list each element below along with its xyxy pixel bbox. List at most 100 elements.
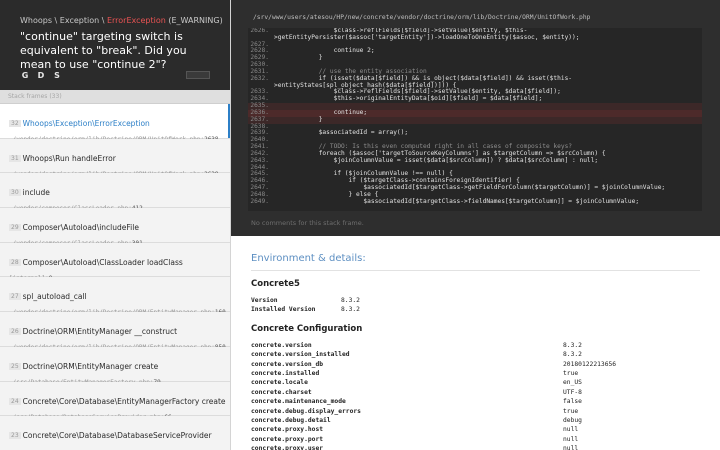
frame-index: 32 xyxy=(9,120,21,127)
frame-item[interactable]: 27spl_autoload_call …/vendor/doctrine/or… xyxy=(0,277,230,316)
search-links: G D S xyxy=(19,70,63,80)
code-text: } xyxy=(274,54,323,62)
code-line: 2639. $associatedId = array(); xyxy=(248,130,702,137)
frame-index: 29 xyxy=(9,224,21,232)
table-row: concrete.version_db 20180122213656 xyxy=(251,360,616,369)
error-type: (E_WARNING) xyxy=(165,16,223,25)
table-key: concrete.debug.detail xyxy=(251,417,331,425)
code-line: 2637. } xyxy=(248,115,702,124)
code-text: $associatedId[$targetClass->fieldNames[$… xyxy=(274,197,640,205)
frame-index: 24 xyxy=(9,397,21,405)
stack-frames-panel: Whoops \ Exception \ ErrorException (E_W… xyxy=(0,0,231,450)
frame-class: Whoops\Run handleError xyxy=(22,153,116,163)
table-key: Version xyxy=(251,297,278,304)
exception-message: "continue" targeting switch is equivalen… xyxy=(20,30,187,71)
concrete5-section-title: Concrete5 xyxy=(251,279,300,289)
table-value: debug xyxy=(563,417,582,425)
frame-class: Composer\Autoload\ClassLoader loadClass xyxy=(22,257,183,267)
frame-item[interactable]: 23 Concrete\Core\Database\DatabaseService… xyxy=(0,416,230,450)
table-key: concrete.proxy.user xyxy=(251,445,324,450)
concrete5-table: Version 8.3.2 Installed Version 8.3.2 xyxy=(251,296,360,315)
table-key: concrete.proxy.host xyxy=(251,426,324,434)
table-value: null xyxy=(563,435,579,443)
frame-item[interactable]: 32Whoops\Exception\ErrorException …/vend… xyxy=(0,104,230,143)
frame-class: Doctrine\ORM\EntityManager __construct xyxy=(22,327,178,337)
divider xyxy=(251,270,700,271)
table-row: concrete.proxy.host null xyxy=(251,425,616,434)
table-row: concrete.proxy.port null xyxy=(251,435,616,444)
frame-item[interactable]: 28 Composer\Autoload\ClassLoader loadClas… xyxy=(0,242,230,282)
line-number: 2649. xyxy=(250,197,269,205)
table-key: concrete.installed xyxy=(251,370,320,378)
table-key: concrete.version_db xyxy=(251,360,324,368)
table-value: null xyxy=(563,426,579,434)
frame-class: Concrete\Core\Database\DatabaseServicePr… xyxy=(22,431,212,441)
table-value: 8.3.2 xyxy=(341,306,360,314)
table-row: concrete.installed true xyxy=(251,369,616,378)
frame-class: include xyxy=(22,188,50,198)
details-panel: Environment & details: Concrete5 Version… xyxy=(231,236,720,450)
frame-class: spl_autoload_call xyxy=(22,292,87,302)
config-section-title: Concrete Configuration xyxy=(251,323,363,334)
code-text: } xyxy=(274,115,323,123)
frame-item[interactable]: 25Doctrine\ORM\EntityManager create …/sr… xyxy=(0,346,230,386)
table-key: concrete.charset xyxy=(251,388,312,396)
frame-index: 27 xyxy=(9,293,21,301)
table-value: true xyxy=(563,407,579,415)
frame-class: Doctrine\ORM\EntityManager create xyxy=(22,361,159,371)
table-row: concrete.debug.display_errors true xyxy=(251,407,616,416)
frame-item[interactable]: 29Composer\Autoload\includeFile …/vendor… xyxy=(0,208,230,247)
table-row: concrete.debug.detail debug xyxy=(251,416,616,425)
copy-button[interactable] xyxy=(186,71,210,79)
table-row: concrete.proxy.user null xyxy=(251,444,616,450)
table-key: concrete.maintenance_mode xyxy=(251,398,346,406)
code-viewer: 2626. $class->reflFields[$field]->setVal… xyxy=(248,28,702,211)
table-row: concrete.version 8.3.2 xyxy=(251,341,616,350)
duckduckgo-search-icon[interactable]: D xyxy=(35,70,47,80)
table-value: 20180122213656 xyxy=(563,360,617,368)
exception-namespace: Whoops \ Exception \ xyxy=(20,16,107,25)
table-value: null xyxy=(563,445,579,450)
code-text: $joinColumnValue = isset($data[$srcColum… xyxy=(274,156,599,164)
table-key: concrete.debug.display_errors xyxy=(251,407,361,415)
table-row: concrete.version_installed 8.3.2 xyxy=(251,350,616,359)
stackoverflow-search-icon[interactable]: S xyxy=(51,70,63,80)
frame-index: 28 xyxy=(9,258,21,266)
frame-item[interactable]: 24 Concrete\Core\Database\EntityManagerFa… xyxy=(0,381,230,421)
table-value: 8.3.2 xyxy=(341,297,360,304)
frame-item[interactable]: 26 Doctrine\ORM\EntityManager __construct… xyxy=(0,312,230,351)
table-key: concrete.version xyxy=(251,341,312,349)
table-key: concrete.proxy.port xyxy=(251,435,324,443)
frame-index: 30 xyxy=(9,189,21,197)
table-key: concrete.locale xyxy=(251,379,308,387)
table-value: 8.3.2 xyxy=(563,341,582,349)
frame-comments: No comments for this stack frame. xyxy=(251,219,364,227)
table-value: UTF-8 xyxy=(563,388,582,396)
file-path[interactable]: /srv/www/users/atesou/HP/new/concrete/ve… xyxy=(253,14,590,21)
code-line: 2629. } xyxy=(248,54,702,62)
code-text: >getEntityPersister($assoc['targetEntity… xyxy=(274,33,580,41)
table-key: Installed Version xyxy=(251,306,316,314)
code-text: $associatedId = array(); xyxy=(274,129,409,137)
code-line: >getEntityPersister($assoc['targetEntity… xyxy=(248,33,702,42)
frame-list: 32Whoops\Exception\ErrorException …/vend… xyxy=(0,104,230,450)
table-row: Installed Version 8.3.2 xyxy=(251,305,360,314)
table-key: concrete.version_installed xyxy=(251,351,350,359)
code-line: 2643. $joinColumnValue = isset($data[$sr… xyxy=(248,156,702,165)
stack-frames-count: Stack frames (33) xyxy=(0,90,230,104)
table-row: concrete.maintenance_mode false xyxy=(251,397,616,406)
table-value: false xyxy=(563,398,582,406)
frame-index: 31 xyxy=(9,154,21,162)
code-line: 2649. $associatedId[$targetClass->fieldN… xyxy=(248,197,702,206)
environment-title: Environment & details: xyxy=(251,253,366,264)
google-search-icon[interactable]: G xyxy=(19,70,31,80)
exception-header: Whoops \ Exception \ ErrorException (E_W… xyxy=(0,0,230,90)
frame-class: Concrete\Core\Database\EntityManagerFact… xyxy=(22,396,226,406)
table-value: en_US xyxy=(563,379,582,387)
code-panel: /srv/www/users/atesou/HP/new/concrete/ve… xyxy=(231,0,720,236)
frame-item[interactable]: 31Whoops\Run handleError …/vendor/doctri… xyxy=(0,138,230,178)
frame-class: Whoops\Exception\ErrorException xyxy=(22,119,150,128)
table-row: Version 8.3.2 xyxy=(251,296,360,305)
frame-index: 23 xyxy=(9,432,21,440)
frame-item[interactable]: 30include …/vendor/composer/ClassLoader.… xyxy=(0,173,230,212)
